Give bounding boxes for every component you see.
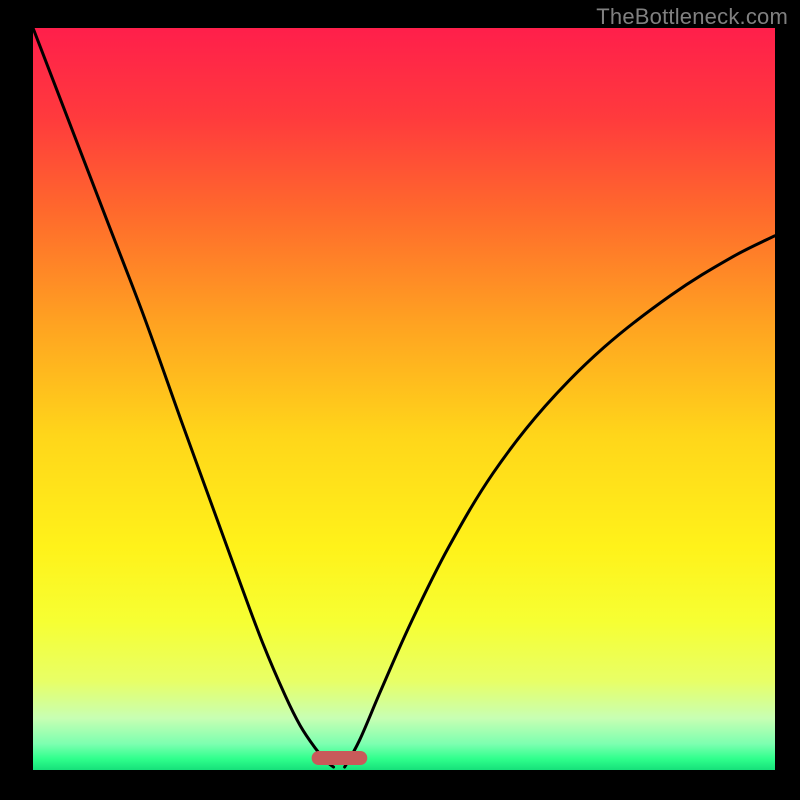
gradient-background [33, 28, 775, 770]
watermark-text: TheBottleneck.com [596, 4, 788, 30]
chart-frame: TheBottleneck.com [0, 0, 800, 800]
plot-area [33, 28, 775, 770]
optimal-range-marker [312, 751, 368, 765]
chart-svg [33, 28, 775, 770]
